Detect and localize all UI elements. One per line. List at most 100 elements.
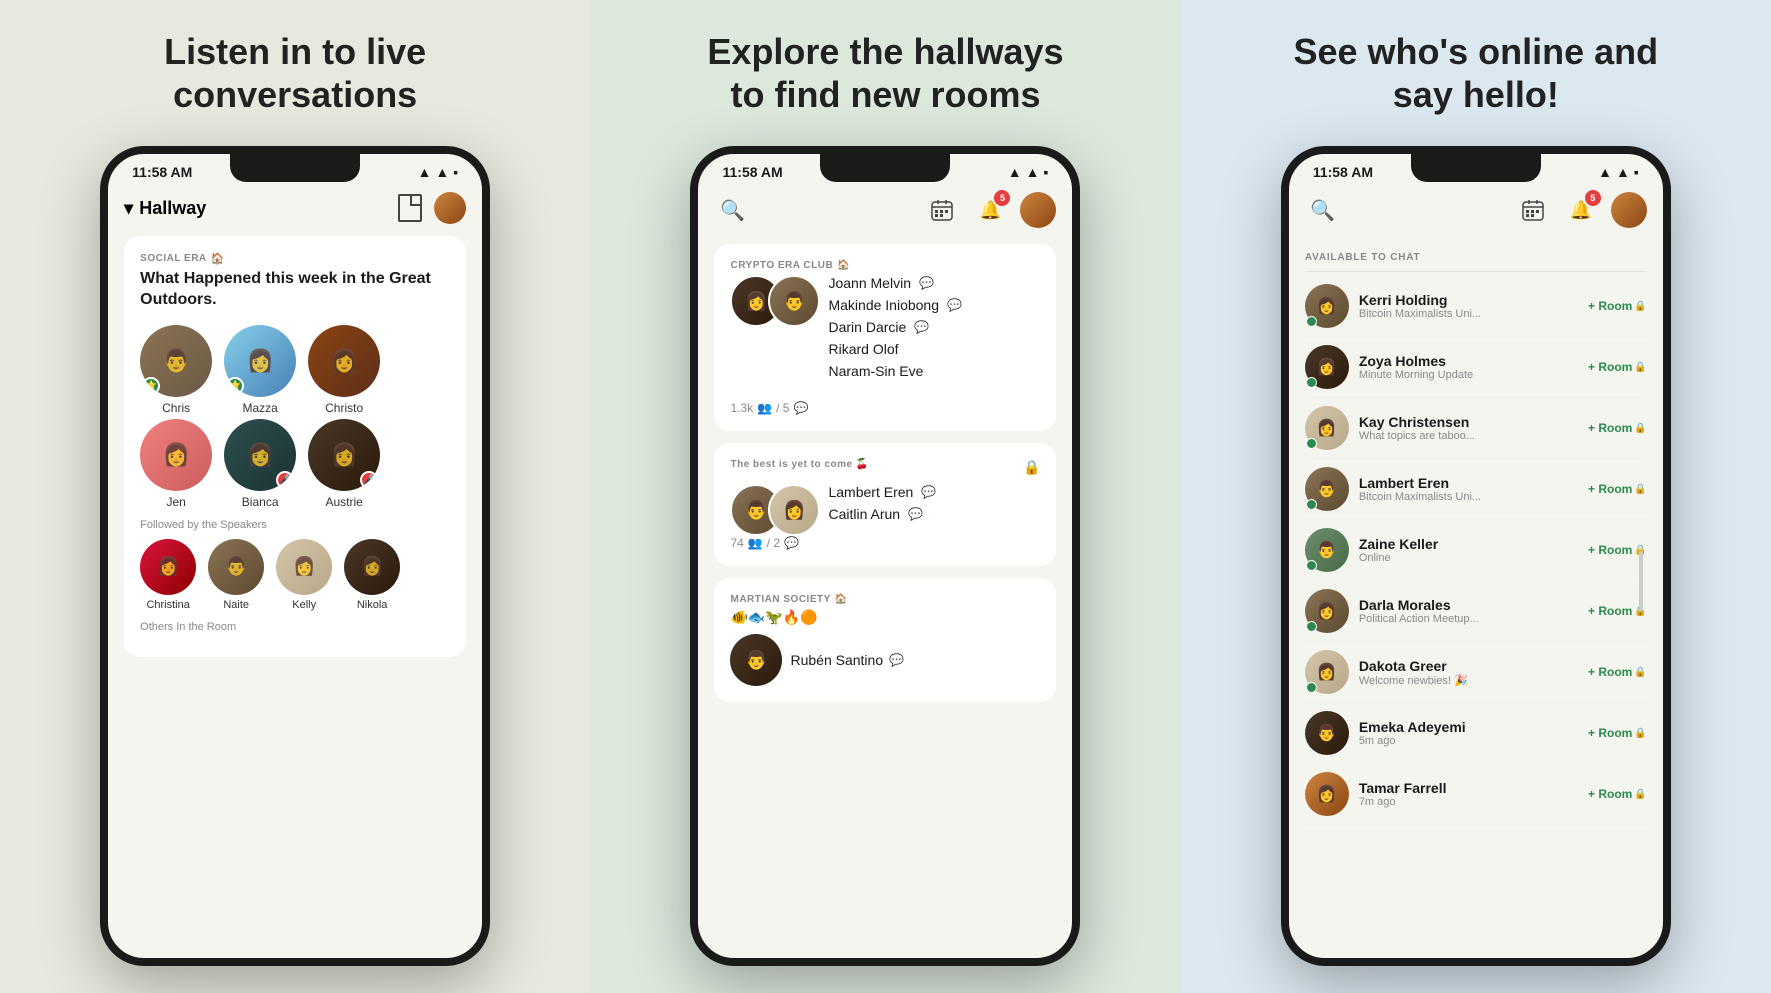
search-button-3[interactable]: 🔍 <box>1305 192 1341 228</box>
speaker-austrie[interactable]: 👩 🎤 Austrie <box>308 419 380 509</box>
speaker-name-chris: Chris <box>162 401 190 415</box>
crypto-room-card[interactable]: CRYPTO ERA CLUB 🏠 👩 👨 Joann Melvin 💬 <box>714 244 1056 431</box>
tamar-name: Tamar Farrell <box>1359 780 1447 796</box>
kerri-avatar: 👩 <box>1305 284 1349 328</box>
chat-icon-joann: 💬 <box>919 276 934 290</box>
notif-badge-2: 5 <box>994 190 1010 206</box>
listener-avatar-kelly: 👩 <box>276 539 332 595</box>
listener-christina[interactable]: 👩 Christina <box>140 539 196 611</box>
person-tamar[interactable]: 👩 Tamar Farrell 7m ago + Room 🔒 <box>1305 764 1647 825</box>
avatar-makinde: 👨 <box>768 275 820 327</box>
martian-house-icon: 🏠 <box>835 594 848 605</box>
listener-name-nikola: Nikola <box>357 599 388 611</box>
speaker-mazza[interactable]: 👩 ⭐ Mazza <box>224 325 296 415</box>
person-zaine[interactable]: 👨 Zaine Keller Online + Room 🔒 <box>1305 520 1647 581</box>
speaker-name-austrie: Austrie <box>325 495 362 509</box>
people-list: 👩 Kerri Holding Bitcoin Maximalists Uni.… <box>1305 276 1647 825</box>
hallway-title-group[interactable]: ▾ Hallway <box>124 198 206 219</box>
room-label-1: SOCIAL ERA 🏠 <box>140 252 450 265</box>
room-label-text-1: SOCIAL ERA <box>140 253 207 264</box>
speakers-row-1: 👨 ⭐ Chris 👩 ⭐ Mazza 👩 <box>140 325 450 415</box>
dakota-left: 👩 Dakota Greer Welcome newbies! 🎉 <box>1305 650 1468 694</box>
avatar-ruben: 👨 <box>730 634 782 686</box>
speaker-christo[interactable]: 👩 Christo <box>308 325 380 415</box>
hallway-header: ▾ Hallway <box>124 184 466 236</box>
person-kay[interactable]: 👩 Kay Christensen What topics are taboo.… <box>1305 398 1647 459</box>
zaine-room-btn[interactable]: + Room 🔒 <box>1588 543 1647 557</box>
person-darla[interactable]: 👩 Darla Morales Political Action Meetup.… <box>1305 581 1647 642</box>
room-card-1[interactable]: SOCIAL ERA 🏠 What Happened this week in … <box>124 236 466 657</box>
zaine-name: Zaine Keller <box>1359 536 1438 552</box>
speaker-name-mazza: Mazza <box>242 401 277 415</box>
person-emeka[interactable]: 👨 Emeka Adeyemi 5m ago + Room 🔒 <box>1305 703 1647 764</box>
speaker-row-naram: Naram-Sin Eve <box>828 363 961 379</box>
speaker-joann-name: Joann Melvin <box>828 275 911 291</box>
kerri-room-btn[interactable]: + Room 🔒 <box>1588 299 1647 313</box>
lambert-sub: Bitcoin Maximalists Uni... <box>1359 491 1481 503</box>
panel-1-title: Listen in to live conversations <box>95 30 495 116</box>
person-dakota[interactable]: 👩 Dakota Greer Welcome newbies! 🎉 + Room… <box>1305 642 1647 703</box>
search-button-2[interactable]: 🔍 <box>714 192 750 228</box>
speaker-row-caitlin: Caitlin Arun 💬 <box>828 506 936 522</box>
speaker-chris[interactable]: 👨 ⭐ Chris <box>140 325 212 415</box>
dakota-info: Dakota Greer Welcome newbies! 🎉 <box>1359 658 1468 687</box>
calendar-button-3[interactable] <box>1515 192 1551 228</box>
listener-kelly[interactable]: 👩 Kelly <box>276 539 332 611</box>
listener-naite[interactable]: 👨 Naite <box>208 539 264 611</box>
calendar-button-2[interactable] <box>924 192 960 228</box>
kay-sub: What topics are taboo... <box>1359 430 1475 442</box>
lambert-info: Lambert Eren Bitcoin Maximalists Uni... <box>1359 475 1481 503</box>
zaine-avatar: 👨 <box>1305 528 1349 572</box>
status-icons-3: ▲ ▲ ▪ <box>1598 164 1639 180</box>
tamar-room-btn[interactable]: + Room 🔒 <box>1588 787 1647 801</box>
darla-room-btn[interactable]: + Room 🔒 <box>1588 604 1647 618</box>
house-icon-1: 🏠 <box>211 252 225 265</box>
dakota-room-btn[interactable]: + Room 🔒 <box>1588 665 1647 679</box>
listener-nikola[interactable]: 👩 Nikola <box>344 539 400 611</box>
speaker-name-jen: Jen <box>166 495 185 509</box>
speaker-caitlin-name: Caitlin Arun <box>828 506 900 522</box>
zoya-left: 👩 Zoya Holmes Minute Morning Update <box>1305 345 1473 389</box>
kay-name: Kay Christensen <box>1359 414 1475 430</box>
emeka-room-btn[interactable]: + Room 🔒 <box>1588 726 1647 740</box>
speaker-avatar-christo: 👩 <box>308 325 380 397</box>
zoya-room-btn[interactable]: + Room 🔒 <box>1588 360 1647 374</box>
lock-dakota: 🔒 <box>1634 667 1646 678</box>
speaker-jen[interactable]: 👩 Jen <box>140 419 212 509</box>
kerri-info: Kerri Holding Bitcoin Maximalists Uni... <box>1359 292 1481 320</box>
person-zoya[interactable]: 👩 Zoya Holmes Minute Morning Update + Ro… <box>1305 337 1647 398</box>
speaker-name-christo: Christo <box>325 401 363 415</box>
online-badge-chris: ⭐ <box>142 377 160 395</box>
kay-room-btn[interactable]: + Room 🔒 <box>1588 421 1647 435</box>
document-icon[interactable] <box>398 194 422 222</box>
scroll-indicator[interactable] <box>1639 551 1643 611</box>
battery-icon-3: ▪ <box>1634 164 1639 180</box>
chat-icon-darin: 💬 <box>914 320 929 334</box>
user-avatar-2[interactable] <box>1020 192 1056 228</box>
notif-badge-3: 5 <box>1585 190 1601 206</box>
lambert-left: 👨 Lambert Eren Bitcoin Maximalists Uni..… <box>1305 467 1481 511</box>
locked-room-card[interactable]: The best is yet to come 🍒 🔒 👨 👩 Lambert … <box>714 443 1056 566</box>
speaker-naram-name: Naram-Sin Eve <box>828 363 923 379</box>
martian-label-text: MARTIAN SOCIETY <box>730 594 830 605</box>
kay-info: Kay Christensen What topics are taboo... <box>1359 414 1475 442</box>
martian-room-card[interactable]: MARTIAN SOCIETY 🏠 🐠🐟🦖🔥🟠 👨 Rubén Santino … <box>714 578 1056 702</box>
tamar-sub: 7m ago <box>1359 796 1447 808</box>
chat-icon-caitlin: 💬 <box>908 507 923 521</box>
speakers-row-2: 👩 Jen 👩 🎤 Bianca 👩 � <box>140 419 450 509</box>
crypto-room-label: CRYPTO ERA CLUB 🏠 <box>730 260 1040 271</box>
notification-button-2[interactable]: 🔔 5 <box>972 192 1008 228</box>
person-lambert[interactable]: 👨 Lambert Eren Bitcoin Maximalists Uni..… <box>1305 459 1647 520</box>
notification-button-3[interactable]: 🔔 5 <box>1563 192 1599 228</box>
locked-speakers: Lambert Eren 💬 Caitlin Arun 💬 <box>828 484 936 528</box>
phone-1-content: ▾ Hallway SOCIAL ERA 🏠 What Happened thi… <box>108 184 482 938</box>
lambert-room-btn[interactable]: + Room 🔒 <box>1588 482 1647 496</box>
status-icons-1: ▲ ▲ ▪ <box>417 164 458 180</box>
user-avatar-3[interactable] <box>1611 192 1647 228</box>
lock-icon: 🔒 <box>1023 459 1040 476</box>
chat-icon-ruben: 💬 <box>889 653 904 667</box>
person-kerri[interactable]: 👩 Kerri Holding Bitcoin Maximalists Uni.… <box>1305 276 1647 337</box>
panel-online: See who's online and say hello! 11:58 AM… <box>1181 0 1771 993</box>
user-avatar-1[interactable] <box>434 192 466 224</box>
speaker-bianca[interactable]: 👩 🎤 Bianca <box>224 419 296 509</box>
